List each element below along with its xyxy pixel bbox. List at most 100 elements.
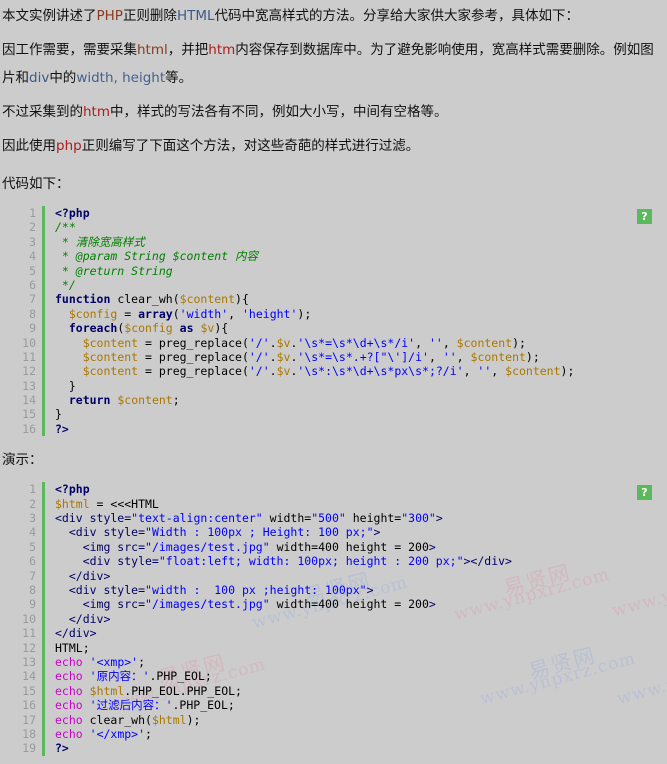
- code-line: <?php: [55, 482, 665, 496]
- line-number: 4: [29, 249, 36, 264]
- code-block-php-clear-wh: ? 1 2 3 4 5 6 7 8 9 10 11 12 13 14 15 16 <?php/** * 清除宽…: [2, 206, 665, 437]
- code-lines[interactable]: <?php $html = <<<HTML <div style="text-ali…: [45, 482, 665, 755]
- line-number-gutter: 1 2 3 4 5 6 7 8 9 10 11 12 13 14 15 16 17 18 19: [2, 482, 45, 756]
- line-number: 13: [22, 378, 36, 393]
- code-token: $content: [82, 364, 139, 379]
- code-line: <div style="float:left; width: 100px; he…: [55, 554, 665, 568]
- line-number-gutter: 1 2 3 4 5 6 7 8 9 10 11 12 13 14 15 16: [2, 206, 45, 437]
- line-number: 10: [22, 611, 36, 626]
- paragraph: 本文实例讲述了PHP正则删除HTML代码中宽高样式的方法。分享给大家供大家参考，…: [2, 2, 665, 30]
- text-run: 因工作需要，需要采集: [2, 42, 137, 58]
- code-token: $config: [68, 306, 118, 321]
- code-token: = preg_replace(: [138, 364, 249, 379]
- code-token: <?php: [55, 482, 90, 497]
- code-token: '/': [248, 335, 270, 350]
- line-number: 5: [29, 539, 36, 554]
- code-token: = preg_replace(: [138, 349, 249, 364]
- code-line: $content = preg_replace('/'.$v.'\s*=\s*\…: [55, 336, 665, 350]
- line-number: 9: [29, 321, 36, 336]
- text-run: PHP: [96, 8, 123, 24]
- code-line: ?>: [55, 422, 665, 436]
- paragraph: 因工作需要，需要采集html，并把htm内容保存到数据库中。为了避免影响使用，宽…: [2, 36, 665, 92]
- code-token: .PHP_EOL;: [149, 669, 212, 684]
- line-number: 6: [29, 554, 36, 569]
- code-token: <div style=: [55, 554, 159, 569]
- code-token: echo: [55, 712, 83, 727]
- code-token: .PHP_EOL.PHP_EOL;: [124, 683, 242, 698]
- text-run: ，并把: [167, 42, 209, 58]
- code-line: <div style="Width : 100px ; Height: 100 …: [55, 525, 665, 539]
- line-number: 12: [22, 640, 36, 655]
- code-token: "float:left; width: 100px; height : 200 …: [158, 554, 464, 569]
- line-number: 2: [29, 496, 36, 511]
- code-token: $v: [276, 349, 291, 364]
- line-number: 17: [22, 712, 36, 727]
- code-token: $v: [276, 335, 291, 350]
- code-token: $content: [82, 335, 139, 350]
- code-token: /**: [55, 220, 76, 235]
- code-token: ;: [138, 654, 146, 669]
- code-label: 代码如下：: [2, 176, 70, 192]
- code-token: >: [366, 582, 374, 597]
- code-token: $html: [89, 683, 125, 698]
- line-number: 9: [29, 597, 36, 612]
- line-number: 2: [29, 220, 36, 235]
- line-number: 8: [29, 306, 36, 321]
- code-token: width=400 height = 200: [269, 597, 429, 612]
- paragraph: 因此使用php正则编写了下面这个方法，对这些奇葩的样式进行过滤。: [2, 132, 665, 160]
- text-run: 中，样式的写法各有不同，例如大小写，中间有空格等。: [110, 104, 448, 120]
- line-number: 14: [22, 669, 36, 684]
- code-token: "/images/test.jpg": [145, 597, 270, 612]
- code-token: '': [442, 349, 457, 364]
- code-block-php-demo: ? 1 2 3 4 5 6 7 8 9 10 11 12 13 14 15 16 17 18 19 <?php $ht…: [2, 482, 665, 756]
- code-line: $config = array('width', 'height');: [55, 307, 665, 321]
- code-token: >: [428, 539, 436, 554]
- line-number: 1: [29, 206, 36, 220]
- code-token: array: [138, 306, 173, 321]
- code-token: ,: [463, 364, 478, 379]
- code-help-icon[interactable]: ?: [637, 209, 652, 224]
- code-token: <div style=: [55, 525, 146, 540]
- line-number: 19: [22, 741, 36, 756]
- code-help-icon[interactable]: ?: [637, 485, 652, 501]
- code-token: width=: [262, 511, 312, 526]
- code-lines[interactable]: <?php/** * 清除宽高样式 * @param String $conte…: [45, 206, 665, 436]
- code-token: '过滤后内容：': [89, 698, 173, 713]
- code-line: <?php: [55, 206, 665, 220]
- line-number: 3: [29, 234, 36, 249]
- code-token: '</xmp>': [89, 726, 146, 741]
- code-token: $content: [470, 349, 526, 364]
- line-number: 18: [22, 726, 36, 741]
- code-token: <img src=: [55, 597, 146, 612]
- code-token: * 清除宽高样式: [55, 234, 145, 249]
- text-run: 正则编写了下面这个方法，对这些奇葩的样式进行过滤。: [81, 138, 420, 154]
- code-token: </div>: [55, 568, 111, 583]
- code-line: echo '过滤后内容：'.PHP_EOL;: [55, 698, 665, 712]
- line-number: 16: [22, 698, 36, 713]
- code-token: clear_wh(: [82, 712, 152, 727]
- code-token: >: [428, 597, 436, 612]
- article-paragraphs: 本文实例讲述了PHP正则删除HTML代码中宽高样式的方法。分享给大家供大家参考，…: [2, 2, 665, 160]
- code-token: $content: [505, 364, 561, 379]
- code-token: </div>: [55, 611, 111, 626]
- line-number: 6: [29, 277, 36, 292]
- line-number: 13: [22, 654, 36, 669]
- article-content: 本文实例讲述了PHP正则删除HTML代码中宽高样式的方法。分享给大家供大家参考，…: [0, 2, 667, 756]
- code-line: function clear_wh($content){: [55, 292, 665, 306]
- code-token: ;: [145, 726, 152, 741]
- code-line: echo $html.PHP_EOL.PHP_EOL;: [55, 684, 665, 698]
- code-token: ;: [172, 393, 180, 408]
- code-token: ,: [428, 349, 443, 364]
- code-line: }: [55, 407, 665, 421]
- code-token: '': [477, 364, 492, 379]
- code-line: foreach($config as $v){: [55, 321, 665, 335]
- code-token: 'width': [179, 306, 229, 321]
- code-token: height=: [345, 511, 402, 526]
